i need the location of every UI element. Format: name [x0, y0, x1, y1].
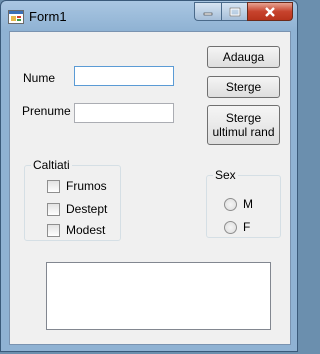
caltiati-groupbox: Caltiati Frumos Destept Modest	[24, 158, 121, 241]
prenume-label: Prenume	[22, 104, 71, 118]
radio-m[interactable]	[224, 198, 237, 211]
nume-input[interactable]	[74, 66, 174, 86]
f-label: F	[243, 220, 251, 234]
checkbox-destept[interactable]	[47, 203, 60, 216]
radio-f[interactable]	[224, 221, 237, 234]
window-title: Form1	[29, 9, 67, 24]
close-icon	[265, 6, 275, 17]
frumos-label: Frumos	[66, 179, 107, 193]
checkbox-modest[interactable]	[47, 224, 60, 237]
title-bar[interactable]: Form1	[1, 1, 299, 31]
checkbox-frumos[interactable]	[47, 180, 60, 193]
caltiati-title: Caltiati	[31, 158, 72, 172]
minimize-button[interactable]	[194, 2, 221, 21]
maximize-icon	[229, 7, 240, 16]
adauga-button[interactable]: Adauga	[207, 46, 280, 68]
listbox[interactable]	[46, 262, 271, 330]
m-label: M	[243, 197, 253, 211]
nume-label: Nume	[23, 71, 56, 85]
app-icon	[8, 10, 24, 24]
form-client-area: Nume Prenume Adauga Sterge Sterge ultimu…	[9, 31, 291, 345]
destept-label: Destept	[66, 202, 108, 216]
minimize-icon	[203, 12, 213, 15]
modest-label: Modest	[66, 223, 106, 237]
sex-groupbox: Sex M F	[206, 168, 281, 238]
prenume-input[interactable]	[74, 103, 174, 123]
form-window: Form1 Nume Prenume Adauga Sterge Sterge …	[0, 0, 298, 352]
maximize-button[interactable]	[221, 2, 247, 21]
close-button[interactable]	[247, 2, 293, 21]
sex-title: Sex	[213, 168, 238, 182]
sterge-ultimul-rand-button[interactable]: Sterge ultimul rand	[207, 105, 280, 145]
sterge-button[interactable]: Sterge	[207, 76, 280, 98]
